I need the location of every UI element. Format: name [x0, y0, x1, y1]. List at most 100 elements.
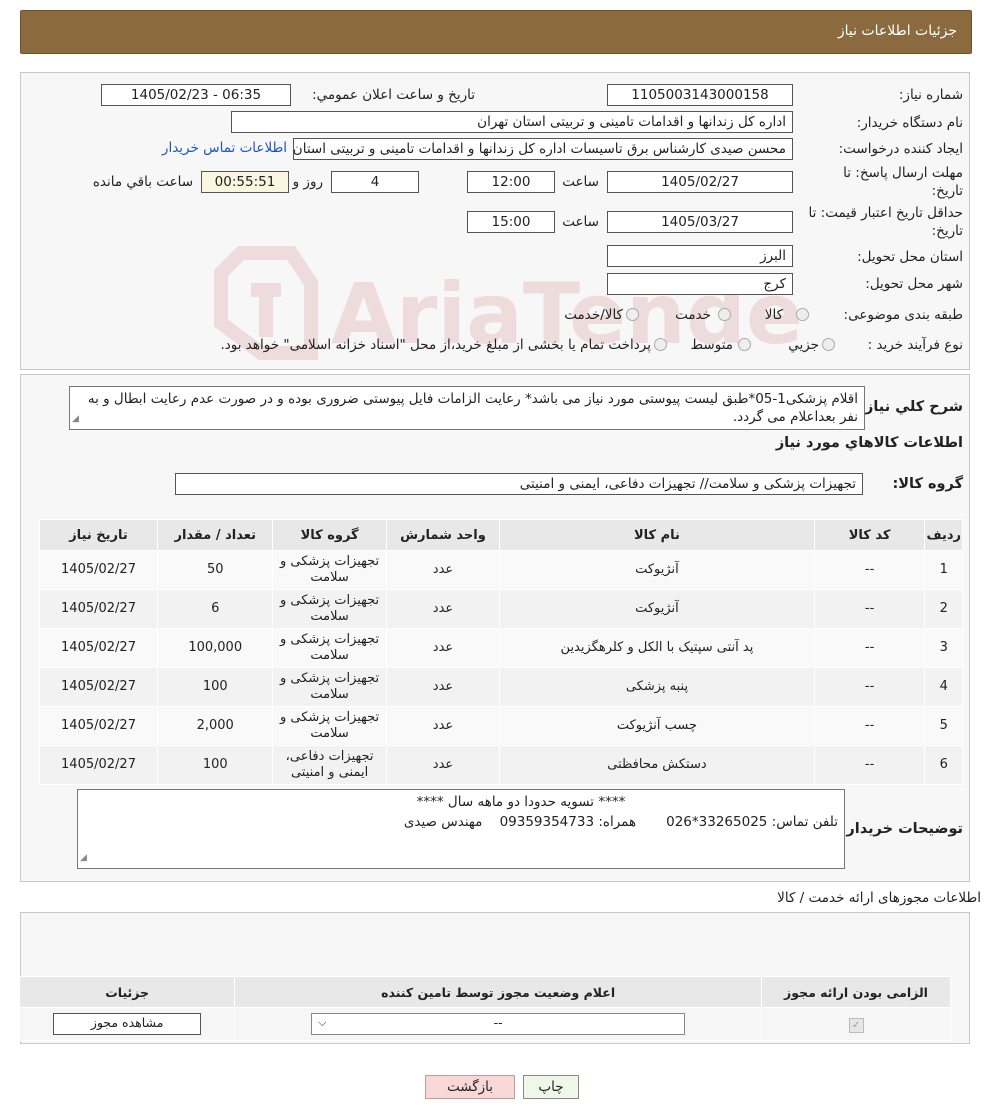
license-status-value: --	[493, 1015, 503, 1030]
col-unit: واحد شمارش	[385, 519, 501, 551]
cell-row: 2	[924, 589, 963, 629]
cell-row: 5	[924, 706, 963, 746]
resize-grip-icon[interactable]: ◢	[80, 849, 87, 867]
announce-datetime-field: 1405/02/23 - 06:35	[101, 84, 291, 106]
category-radio-goods-service[interactable]	[626, 308, 639, 321]
cell-group: تجهیزات پزشکی و سلامت	[272, 706, 387, 746]
deadline-time-label: ساعت	[562, 174, 599, 190]
license-required-cell: ✓	[761, 1007, 951, 1041]
page-header: جزئیات اطلاعات نیاز	[20, 10, 972, 54]
province-label: استان محل تحويل:	[857, 249, 963, 265]
validity-time-field: 15:00	[467, 211, 555, 233]
goods-group-label: گروه کالا:	[892, 476, 963, 492]
page-title: جزئیات اطلاعات نیاز	[837, 23, 957, 39]
cell-group: تجهیزات پزشکی و سلامت	[272, 667, 387, 707]
cell-unit: عدد	[385, 589, 501, 629]
description-text: اقلام پزشکی1-05*طبق لیست پیوستی مورد نیا…	[87, 391, 858, 425]
cell-date: 1405/02/27	[39, 628, 158, 668]
col-group: گروه کالا	[272, 519, 387, 551]
table-row: 4 -- پنبه پزشکی عدد تجهیزات پزشکی و سلام…	[39, 667, 963, 707]
col-license-details: جزئيات	[18, 976, 236, 1008]
cell-group: تجهیزات دفاعی، ایمنی و امنیتی	[272, 745, 387, 785]
validity-time-label: ساعت	[562, 214, 599, 230]
table-row: 3 -- پد آنتی سپتیک با الکل و کلرهگزیدین …	[39, 628, 963, 668]
license-required-checkbox[interactable]: ✓	[848, 1017, 864, 1033]
col-license-status: اعلام وضعیت مجوز توسط تامين کننده	[234, 976, 763, 1008]
cell-code: --	[813, 628, 926, 668]
cell-code: --	[813, 550, 926, 590]
cell-qty: 6	[156, 589, 274, 629]
cell-qty: 100	[156, 667, 274, 707]
goods-table-header: رديف کد کالا نام کالا واحد شمارش گروه کا…	[39, 519, 963, 551]
table-row: 2 -- آنژیوکت عدد تجهیزات پزشکی و سلامت 6…	[39, 589, 963, 629]
cell-unit: عدد	[385, 667, 501, 707]
table-row: 5 -- چسب آنژیوکت عدد تجهیزات پزشکی و سلا…	[39, 706, 963, 746]
creator-label: ايجاد کننده درخواست:	[838, 141, 963, 157]
licenses-title: اطلاعات مجوزهای ارائه خدمت / کالا	[777, 890, 981, 906]
cell-name: آنژیوکت	[499, 589, 815, 629]
view-license-button[interactable]: مشاهده مجوز	[53, 1013, 202, 1035]
buyer-contact-link[interactable]: اطلاعات تماس خريدار	[162, 140, 287, 156]
process-radio-medium[interactable]	[738, 338, 751, 351]
cell-code: --	[813, 667, 926, 707]
category-option-goods: کالا	[764, 307, 783, 323]
cell-row: 3	[924, 628, 963, 668]
print-button[interactable]: چاپ	[523, 1075, 579, 1099]
category-radio-service[interactable]	[718, 308, 731, 321]
process-radio-minor[interactable]	[822, 338, 835, 351]
remaining-label: ساعت باقي مانده	[92, 174, 193, 190]
cell-name: پد آنتی سپتیک با الکل و کلرهگزیدین	[499, 628, 815, 668]
cell-name: دستکش محافظتی	[499, 745, 815, 785]
license-details-cell: مشاهده مجوز	[18, 1007, 236, 1041]
col-name: نام کالا	[499, 519, 815, 551]
process-note: پرداخت تمام يا بخشی از مبلغ خريد،از محل …	[220, 337, 651, 353]
cell-code: --	[813, 745, 926, 785]
deadline-date-field: 1405/02/27	[607, 171, 793, 193]
back-button[interactable]: بازگشت	[425, 1075, 515, 1099]
validity-label-date: تاريخ:	[931, 223, 963, 239]
description-textarea[interactable]: اقلام پزشکی1-05*طبق لیست پیوستی مورد نیا…	[69, 386, 865, 430]
licenses-table-header: الزامی بودن ارائه مجوز اعلام وضعیت مجوز …	[18, 976, 951, 1008]
city-label: شهر محل تحويل:	[865, 276, 963, 292]
buyer-notes-line1: **** تسویه حدودا دو ماهه سال ****	[416, 794, 626, 810]
cell-code: --	[813, 589, 926, 629]
creator-field: محسن صیدی کارشناس برق تاسیسات اداره کل ز…	[293, 138, 793, 160]
goods-section-title: اطلاعات کالاهاي مورد نياز	[775, 435, 963, 451]
category-label: طبقه بندی موضوعی:	[843, 307, 963, 323]
col-qty: تعداد / مقدار	[156, 519, 274, 551]
process-option-minor: جزيي	[788, 337, 819, 353]
col-row: رديف	[924, 519, 963, 551]
buyer-notes-textarea[interactable]: **** تسویه حدودا دو ماهه سال **** تلفن ت…	[77, 789, 845, 869]
licenses-panel: الزامی بودن ارائه مجوز اعلام وضعیت مجوز …	[18, 912, 970, 1044]
deadline-label-date: تاريخ:	[931, 183, 963, 199]
need-info-panel: AriaTender.neT شماره نیاز: 1105003143000…	[20, 72, 970, 370]
cell-unit: عدد	[385, 628, 501, 668]
deadline-time-field: 12:00	[467, 171, 555, 193]
cell-unit: عدد	[385, 745, 501, 785]
resize-grip-icon[interactable]: ◢	[72, 410, 79, 428]
cell-row: 6	[924, 745, 963, 785]
table-row: ✓ -- ⌵ مشاهده مجوز	[18, 1007, 951, 1041]
goods-table: رديف کد کالا نام کالا واحد شمارش گروه کا…	[39, 519, 963, 785]
need-number-label: شماره نیاز:	[898, 87, 963, 103]
table-row: 6 -- دستکش محافظتی عدد تجهیزات دفاعی، ای…	[39, 745, 963, 785]
table-row: 1 -- آنژیوکت عدد تجهیزات پزشکی و سلامت 5…	[39, 550, 963, 590]
cell-unit: عدد	[385, 550, 501, 590]
cell-group: تجهیزات پزشکی و سلامت	[272, 550, 387, 590]
deadline-label: مهلت ارسال پاسخ: تا	[843, 165, 963, 181]
cell-name: پنبه پزشکی	[499, 667, 815, 707]
buyer-notes-label: توضيحات خريدار:	[840, 821, 963, 837]
licenses-table: الزامی بودن ارائه مجوز اعلام وضعیت مجوز …	[18, 976, 951, 1041]
license-status-select[interactable]: -- ⌵	[311, 1013, 686, 1035]
days-label: روز و	[292, 174, 323, 190]
cell-date: 1405/02/27	[39, 589, 158, 629]
cell-date: 1405/02/27	[39, 706, 158, 746]
chevron-down-icon: ⌵	[318, 1016, 327, 1029]
process-radio-treasury[interactable]	[654, 338, 667, 351]
category-radio-goods[interactable]	[796, 308, 809, 321]
cell-qty: 2,000	[156, 706, 274, 746]
cell-date: 1405/02/27	[39, 550, 158, 590]
cell-date: 1405/02/27	[39, 745, 158, 785]
remaining-time-field: 00:55:51	[201, 171, 289, 193]
validity-label: حداقل تاريخ اعتبار قيمت: تا	[808, 205, 963, 221]
